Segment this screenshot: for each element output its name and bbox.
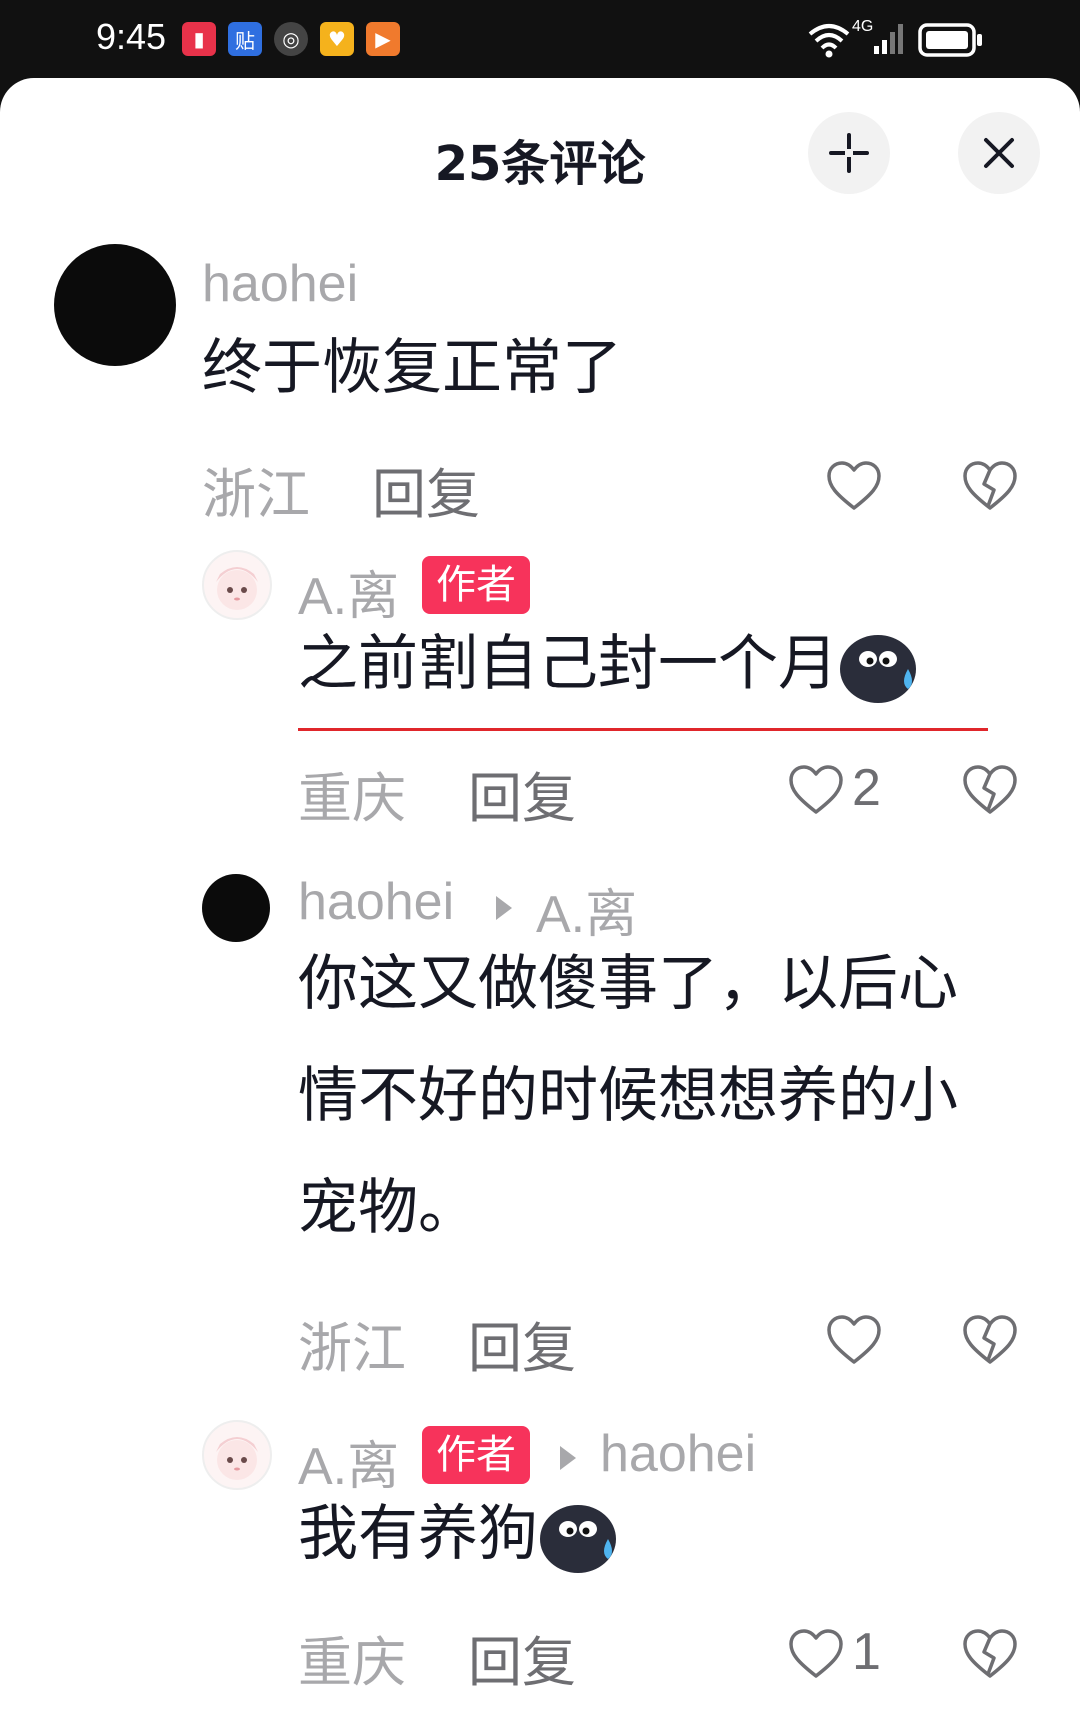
comment-location: 重庆	[298, 1631, 406, 1694]
comments-title: 25条评论	[434, 136, 646, 192]
like-count: 2	[852, 759, 881, 817]
comment-text: 之前割自己封一个月	[298, 629, 838, 699]
reader-app-icon: ▮	[182, 22, 216, 56]
comment-content: 我有养狗	[298, 1478, 620, 1590]
tieba-app-icon: 贴	[228, 22, 262, 56]
comment-location: 重庆	[298, 767, 406, 830]
comment-text-line-3: 宠物。	[298, 1173, 478, 1243]
wifi-icon	[808, 24, 850, 58]
battery-icon	[918, 23, 982, 57]
status-bar: 9:45 ▮ 贴 ◎ ♥ ▶ 4G	[0, 0, 1080, 80]
comment-location: 浙江	[202, 463, 310, 526]
dislike-icon[interactable]	[962, 764, 1018, 816]
author-badge: 作者	[422, 1426, 530, 1484]
comment-text-line-2: 情不好的时候想想养的小	[298, 1061, 958, 1131]
reply-button[interactable]: 回复	[468, 1304, 576, 1383]
dislike-icon[interactable]	[962, 460, 1018, 512]
close-button[interactable]	[958, 112, 1040, 194]
reply-button[interactable]: 回复	[372, 450, 480, 529]
heart-app-icon: ♥	[320, 22, 354, 56]
red-underline	[298, 728, 988, 731]
close-icon	[984, 138, 1014, 168]
dislike-icon[interactable]	[962, 1628, 1018, 1680]
reply-arrow-icon	[560, 1446, 576, 1470]
dislike-icon[interactable]	[962, 1314, 1018, 1366]
like-icon[interactable]	[826, 460, 882, 512]
comment-text: 我有养狗	[298, 1499, 538, 1569]
like-icon[interactable]	[788, 1628, 844, 1680]
avatar[interactable]	[54, 244, 176, 366]
sweat-emoji-icon	[840, 635, 916, 704]
like-icon[interactable]	[788, 764, 844, 816]
reply-arrow-icon	[496, 896, 512, 920]
status-time: 9:45	[96, 16, 167, 57]
reply-to-username[interactable]: haohei	[600, 1424, 756, 1484]
comment-content: 之前割自己封一个月	[298, 608, 920, 720]
video-app-icon: ▶	[366, 22, 400, 56]
reply-button[interactable]: 回复	[468, 1618, 576, 1697]
avatar[interactable]	[202, 550, 272, 620]
collapse-icon	[829, 133, 869, 173]
reply-button[interactable]: 回复	[468, 754, 576, 833]
comment-username[interactable]: haohei	[298, 872, 454, 932]
network-type: 4G	[852, 18, 874, 35]
collapse-button[interactable]	[808, 112, 890, 194]
author-badge: 作者	[422, 556, 530, 614]
anime-avatar-icon	[216, 1437, 258, 1480]
like-count: 1	[852, 1623, 881, 1681]
anime-avatar-icon	[216, 567, 258, 610]
signal-icon	[874, 24, 903, 54]
comment-sheet: 25条评论 haohei 终于恢复正常了 浙江 回复 A.离 作者 之前割自己封…	[0, 78, 1080, 1709]
sweat-emoji-icon	[540, 1505, 616, 1574]
avatar[interactable]	[202, 874, 270, 942]
comment-username[interactable]: haohei	[202, 254, 358, 314]
like-icon[interactable]	[826, 1314, 882, 1366]
comment-location: 浙江	[298, 1317, 406, 1380]
avatar[interactable]	[202, 1420, 272, 1490]
browser-app-icon: ◎	[274, 22, 308, 56]
comment-text: 终于恢复正常了	[202, 333, 622, 403]
comment-text-line-1: 你这又做傻事了，以后心	[298, 949, 958, 1019]
